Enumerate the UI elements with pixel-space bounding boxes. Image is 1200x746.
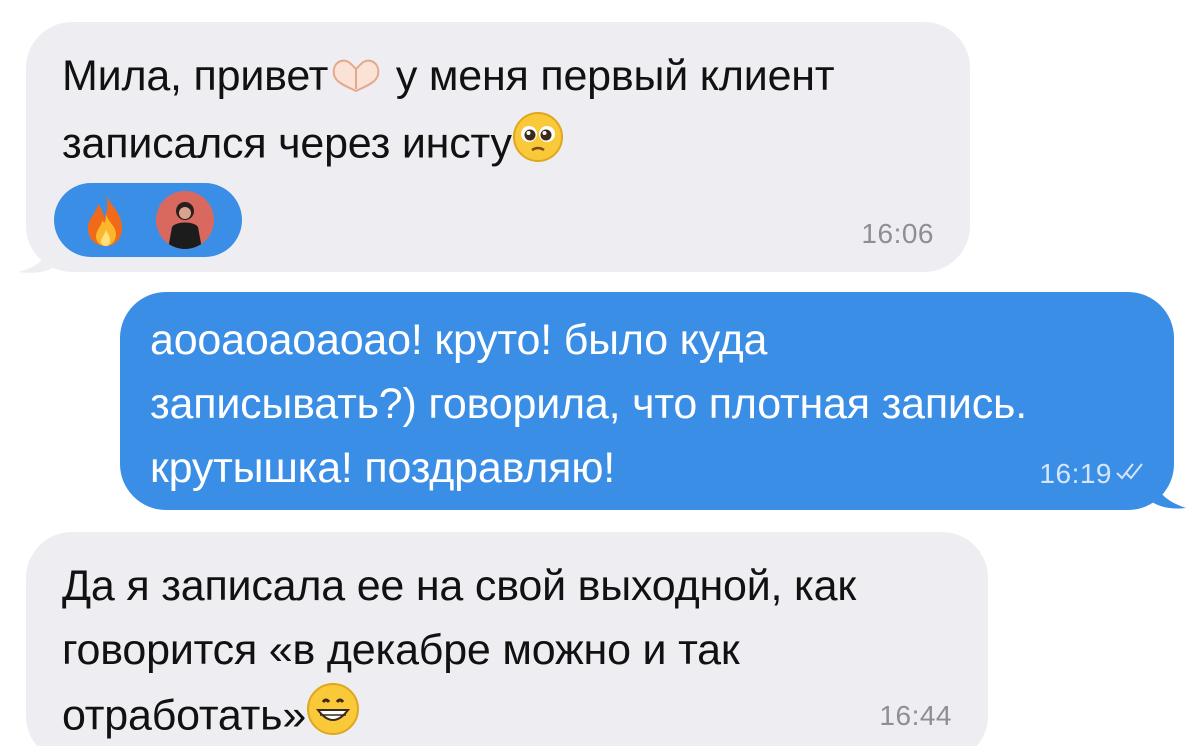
heart-hands-icon [328,47,384,111]
bubble-tail [1152,470,1186,509]
message-text: Мила, привет у меня первый клиент записа… [62,44,835,181]
grinning-face-icon [306,682,360,746]
message-timestamp: 16:19 [1039,458,1112,489]
message-text: аооаоаоаоао! круто! было куда записывать… [150,316,1027,492]
chat-thread: Мила, привет у меня первый клиент записа… [0,0,1200,746]
pleading-face-icon [512,111,564,181]
read-double-check-icon [1116,461,1144,486]
message-timestamp: 16:06 [861,218,934,249]
avatar [156,191,214,249]
message-text-part: Да я записала ее на свой выходной, как г… [62,562,856,740]
outgoing-message[interactable]: аооаоаоаоао! круто! было куда записывать… [120,292,1174,510]
incoming-message[interactable]: Да я записала ее на свой выходной, как г… [26,532,988,746]
fire-icon [82,192,130,253]
message-timestamp: 16:44 [879,700,952,731]
message-text-part: Мила, привет [62,52,329,100]
message-text: Да я записала ее на свой выходной, как г… [62,554,856,746]
incoming-message[interactable]: Мила, привет у меня первый клиент записа… [26,22,970,272]
reaction-pill[interactable] [54,183,242,257]
